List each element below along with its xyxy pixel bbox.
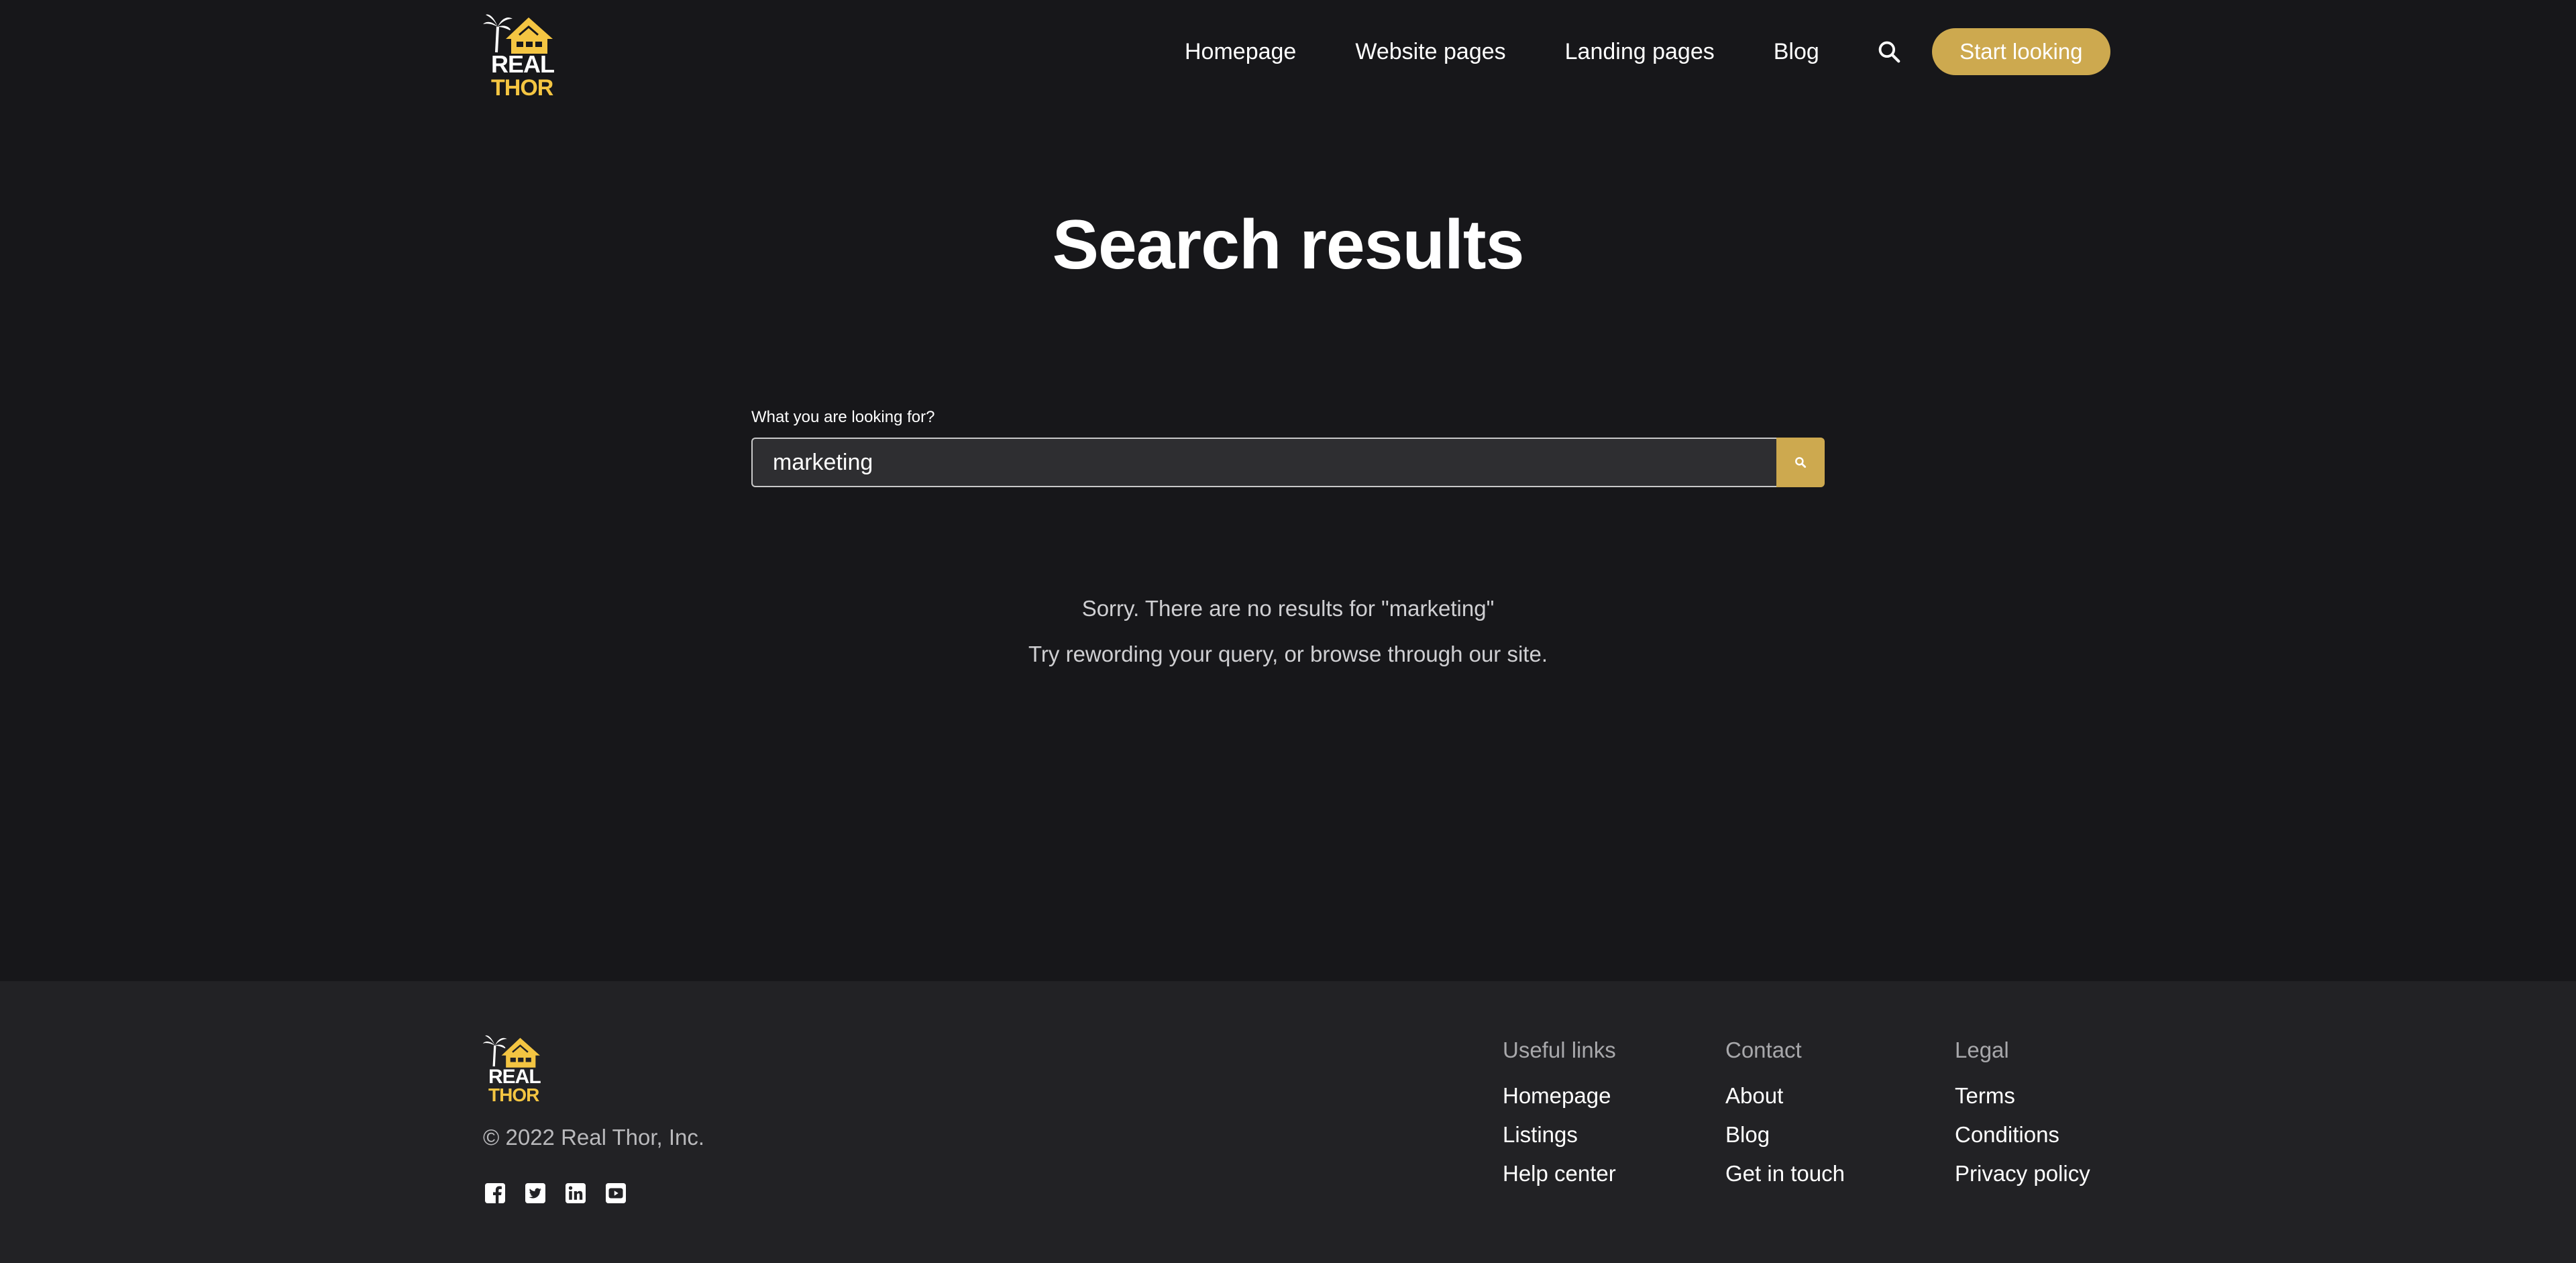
page-title: Search results xyxy=(1052,206,1525,284)
social-links xyxy=(483,1181,644,1205)
nav-homepage[interactable]: Homepage xyxy=(1185,39,1296,65)
no-results-hint: Try rewording your query, or browse thro… xyxy=(1028,642,1548,666)
twitter-icon[interactable] xyxy=(523,1181,547,1205)
site-header: REAL THOR Homepage Website pages Landing… xyxy=(0,0,2576,105)
nav-blog[interactable]: Blog xyxy=(1774,39,1819,65)
footer-link-blog[interactable]: Blog xyxy=(1725,1122,1845,1148)
footer-col-heading: Legal xyxy=(1955,1038,2009,1062)
footer-col-legal: Legal Terms Conditions Privacy policy xyxy=(1955,1038,2090,1200)
footer-link-homepage[interactable]: Homepage xyxy=(1503,1083,1616,1109)
footer-link-conditions[interactable]: Conditions xyxy=(1955,1122,2090,1148)
footer-logo[interactable]: REAL THOR xyxy=(482,1033,543,1105)
youtube-icon[interactable] xyxy=(604,1181,628,1205)
search-submit-button[interactable] xyxy=(1776,438,1825,487)
search-input[interactable] xyxy=(751,438,1776,487)
nav-landing-pages[interactable]: Landing pages xyxy=(1565,39,1715,65)
start-looking-button[interactable]: Start looking xyxy=(1931,28,2110,75)
main-nav: Homepage Website pages Landing pages Blo… xyxy=(1185,28,2110,75)
linkedin-icon[interactable] xyxy=(564,1181,588,1205)
footer-link-get-in-touch[interactable]: Get in touch xyxy=(1725,1161,1845,1186)
footer-link-listings[interactable]: Listings xyxy=(1503,1122,1616,1148)
footer-link-privacy-policy[interactable]: Privacy policy xyxy=(1955,1161,2090,1186)
search-label: What you are looking for? xyxy=(751,408,935,426)
no-results-message: Sorry. There are no results for "marketi… xyxy=(1081,596,1495,621)
header-logo[interactable]: REAL THOR xyxy=(482,12,557,99)
facebook-icon[interactable] xyxy=(483,1181,507,1205)
search-icon[interactable] xyxy=(1876,38,1902,65)
logo-mark-icon xyxy=(482,1034,543,1068)
footer-col-contact: Contact About Blog Get in touch xyxy=(1725,1038,1845,1200)
footer-link-help-center[interactable]: Help center xyxy=(1503,1161,1616,1186)
footer-col-heading: Useful links xyxy=(1503,1038,1616,1062)
site-footer: REAL THOR © 2022 Real Thor, Inc. Useful … xyxy=(0,981,2576,1263)
footer-link-terms[interactable]: Terms xyxy=(1955,1083,2090,1109)
logo-text-thor: THOR xyxy=(488,1084,539,1105)
search-form xyxy=(751,438,1825,487)
copyright-text: © 2022 Real Thor, Inc. xyxy=(483,1125,705,1150)
footer-col-useful-links: Useful links Homepage Listings Help cent… xyxy=(1503,1038,1616,1200)
nav-website-pages[interactable]: Website pages xyxy=(1355,39,1505,65)
logo-text-real: REAL xyxy=(491,50,555,78)
footer-link-about[interactable]: About xyxy=(1725,1083,1845,1109)
logo-text-thor: THOR xyxy=(491,75,553,101)
search-icon xyxy=(1795,457,1807,468)
footer-col-heading: Contact xyxy=(1725,1038,1802,1062)
